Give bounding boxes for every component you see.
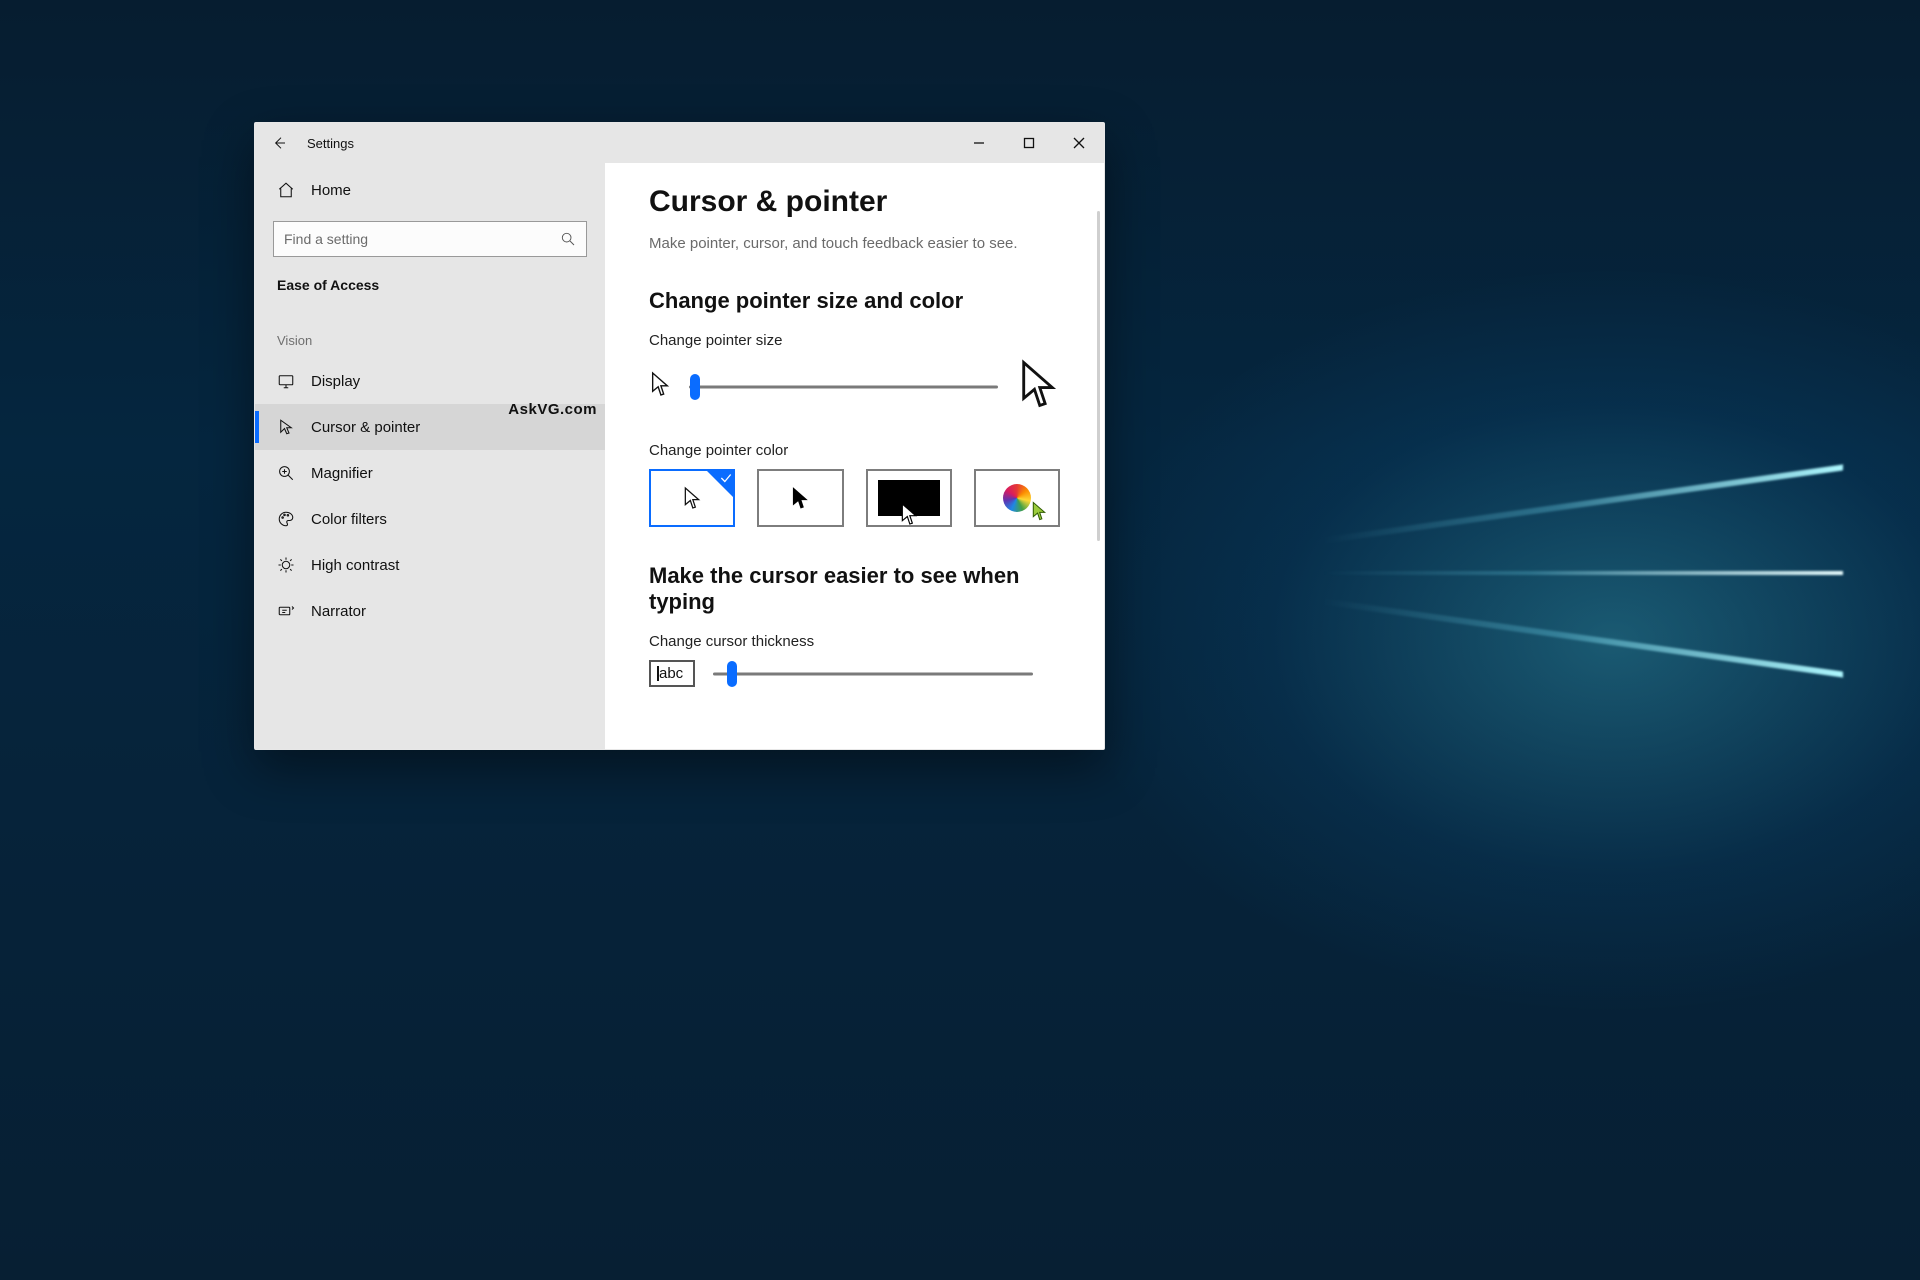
search-wrap: [255, 217, 605, 275]
nav: Display Cursor & pointer AskVG.com Magni…: [255, 358, 605, 634]
pointer-color-custom[interactable]: [974, 469, 1060, 527]
pointer-black-icon: [790, 486, 810, 510]
sidebar-item-display[interactable]: Display: [255, 358, 605, 404]
sidebar-item-label: Color filters: [311, 511, 387, 528]
thickness-label: Change cursor thickness: [649, 633, 1060, 650]
home-label: Home: [311, 182, 351, 199]
pointer-color-inverted[interactable]: [866, 469, 952, 527]
wallpaper-light-beams: [1203, 461, 1843, 681]
thickness-row: abc: [649, 660, 1060, 687]
minimize-button[interactable]: [954, 123, 1004, 163]
contrast-icon: [277, 556, 295, 574]
pointer-size-row: [649, 359, 1060, 414]
titlebar: Settings: [255, 123, 1104, 163]
pointer-color-label: Change pointer color: [649, 442, 1060, 459]
arrow-left-icon: [271, 135, 287, 151]
pointer-color-white[interactable]: [649, 469, 735, 527]
pointer-inverted-icon: [899, 502, 919, 526]
sidebar-item-high-contrast[interactable]: High contrast: [255, 542, 605, 588]
palette-icon: [277, 510, 295, 528]
sidebar-item-label: Cursor & pointer: [311, 419, 420, 436]
sidebar: Home Ease of Access Vision Display Curso…: [255, 163, 605, 749]
content-pane: Cursor & pointer Make pointer, cursor, a…: [605, 163, 1104, 749]
display-icon: [277, 372, 295, 390]
scrollbar[interactable]: [1097, 211, 1100, 541]
search-icon: [560, 231, 576, 247]
settings-window: Settings Home Ease of Access Vision: [254, 122, 1105, 750]
sidebar-item-magnifier[interactable]: Magnifier: [255, 450, 605, 496]
sidebar-item-label: Narrator: [311, 603, 366, 620]
narrator-icon: [277, 602, 295, 620]
pointer-size-label: Change pointer size: [649, 332, 1060, 349]
cursor-large-icon: [1016, 359, 1060, 414]
sidebar-item-label: Display: [311, 373, 360, 390]
section-heading-cursor-typing: Make the cursor easier to see when typin…: [649, 563, 1060, 615]
sidebar-item-label: High contrast: [311, 557, 399, 574]
selected-check-icon: [705, 469, 735, 499]
pointer-white-icon: [682, 486, 702, 510]
caption-buttons: [954, 123, 1104, 163]
page-subtitle: Make pointer, cursor, and touch feedback…: [649, 235, 1060, 252]
cursor-icon: [277, 418, 295, 436]
sidebar-item-cursor-pointer[interactable]: Cursor & pointer AskVG.com: [255, 404, 605, 450]
thickness-slider[interactable]: [713, 662, 1033, 686]
search-box[interactable]: [273, 221, 587, 257]
maximize-icon: [1023, 137, 1035, 149]
pointer-color-options: [649, 469, 1060, 527]
thickness-preview: abc: [649, 660, 695, 687]
sidebar-home[interactable]: Home: [255, 163, 605, 217]
pointer-color-black[interactable]: [757, 469, 843, 527]
search-input[interactable]: [284, 231, 560, 247]
close-button[interactable]: [1054, 123, 1104, 163]
sidebar-item-narrator[interactable]: Narrator: [255, 588, 605, 634]
pointer-custom-icon: [1030, 501, 1048, 521]
page-title: Cursor & pointer: [649, 185, 1060, 219]
cursor-small-icon: [649, 371, 671, 402]
sidebar-item-color-filters[interactable]: Color filters: [255, 496, 605, 542]
minimize-icon: [973, 137, 985, 149]
section-heading-size-color: Change pointer size and color: [649, 288, 1060, 314]
group-label-vision: Vision: [255, 303, 605, 358]
color-wheel-icon: [1003, 484, 1031, 512]
section-title: Ease of Access: [255, 275, 605, 303]
app-title: Settings: [303, 136, 354, 151]
inverted-preview: [878, 480, 940, 516]
close-icon: [1073, 137, 1085, 149]
pointer-size-slider[interactable]: [689, 375, 998, 399]
watermark: AskVG.com: [508, 401, 597, 418]
maximize-button[interactable]: [1004, 123, 1054, 163]
back-button[interactable]: [255, 123, 303, 163]
home-icon: [277, 181, 295, 199]
magnifier-icon: [277, 464, 295, 482]
sidebar-item-label: Magnifier: [311, 465, 373, 482]
